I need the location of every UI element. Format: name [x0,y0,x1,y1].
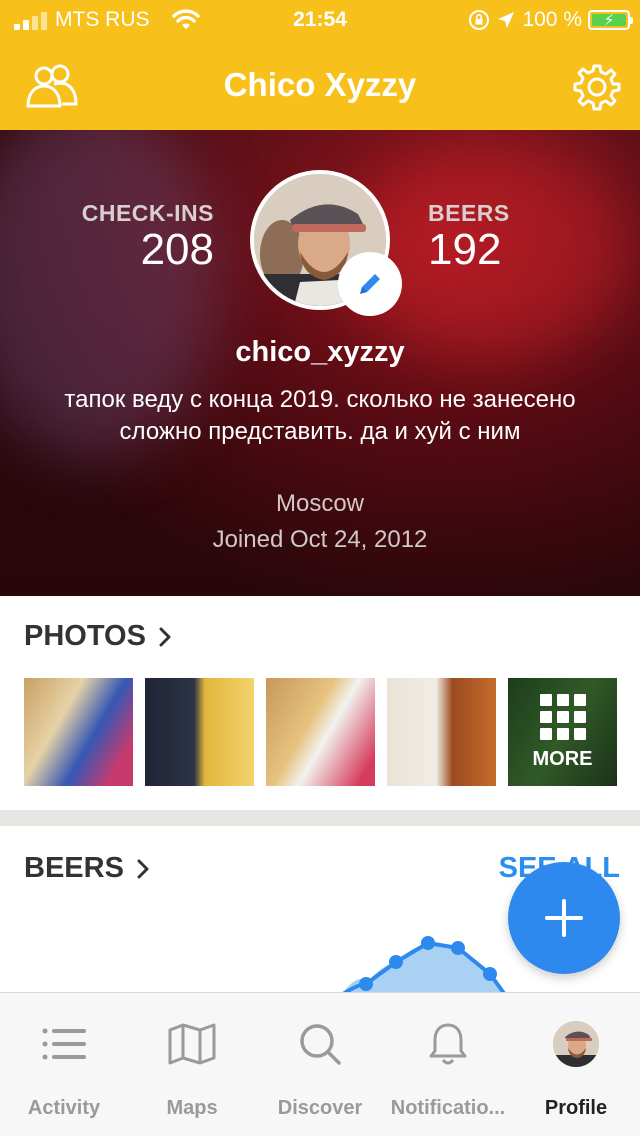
tab-maps[interactable]: Maps [128,1019,256,1119]
tab-label: Profile [544,1097,608,1119]
tab-activity[interactable]: Activity [0,1019,128,1119]
tab-notifications[interactable]: Notificatio... [384,1019,512,1119]
photo-thumbnail[interactable] [387,678,496,786]
status-right: 100 % ⚡ [468,8,633,32]
orientation-lock-icon [469,10,490,30]
chevron-right-icon [137,859,149,878]
tab-label: Maps [166,1097,218,1119]
add-checkin-button[interactable] [508,862,620,974]
photos-more-button[interactable]: MORE [508,678,617,786]
checkins-stat[interactable]: CHECK-INS 208 [64,200,214,273]
chart-point [483,967,497,981]
tab-bar: Activity Maps Discover Notificatio... Pr… [0,992,640,1136]
photo-thumbnail[interactable] [24,678,133,786]
tab-label: Notificatio... [390,1097,506,1119]
photos-row: MORE [24,678,617,786]
chart-point [421,936,435,950]
chart-point [451,941,465,955]
battery-percent: 100 % [522,8,582,31]
tab-profile[interactable]: Profile [512,1019,640,1119]
page-title: Chico Xyzzy [223,66,417,103]
status-bar: MTS RUS 21:54 100 % ⚡ [0,0,640,40]
search-icon [300,1024,341,1065]
bio: тапок веду с конца 2019. сколько не зане… [64,386,576,445]
checkins-label: CHECK-INS [81,200,214,226]
beers-title: BEERS [24,852,124,884]
chevron-right-icon [159,627,171,646]
joined-date: Joined Oct 24, 2012 [212,526,428,553]
gear-icon[interactable] [572,62,622,112]
tab-discover[interactable]: Discover [256,1019,384,1119]
location-icon [498,12,515,28]
pencil-icon [360,274,380,294]
profile-header: CHECK-INS 208 BEERS 192 chico_xyzzy тапо… [0,130,640,596]
photo-thumbnail[interactable] [145,678,254,786]
grid-icon [539,693,586,740]
beers-stat[interactable]: BEERS 192 [428,200,510,273]
bell-icon [429,1023,467,1065]
username: chico_xyzzy [235,336,405,368]
photo-thumbnail[interactable] [266,678,375,786]
photos-header[interactable]: PHOTOS [24,620,172,653]
chart-point [359,977,373,991]
beers-header[interactable]: BEERS [24,852,150,885]
section-divider [0,810,640,826]
list-icon [42,1028,86,1060]
location: Moscow [275,490,365,517]
checkins-count: 208 [140,225,214,274]
more-label: MORE [532,747,593,770]
photos-title: PHOTOS [24,620,146,652]
beers-count: 192 [428,225,502,274]
tab-label: Discover [277,1097,363,1119]
profile-avatar[interactable] [250,170,402,316]
battery-icon: ⚡ [588,10,633,30]
edit-avatar-button[interactable] [338,252,402,316]
chart-point [389,955,403,969]
avatar [553,1021,599,1067]
map-icon [168,1023,216,1065]
tab-label: Activity [27,1097,101,1119]
nav-bar: Chico Xyzzy [0,40,640,130]
top-bar: MTS RUS 21:54 100 % ⚡ Chico Xyzzy [0,0,640,130]
beers-label: BEERS [428,200,510,226]
plus-icon [545,899,583,937]
